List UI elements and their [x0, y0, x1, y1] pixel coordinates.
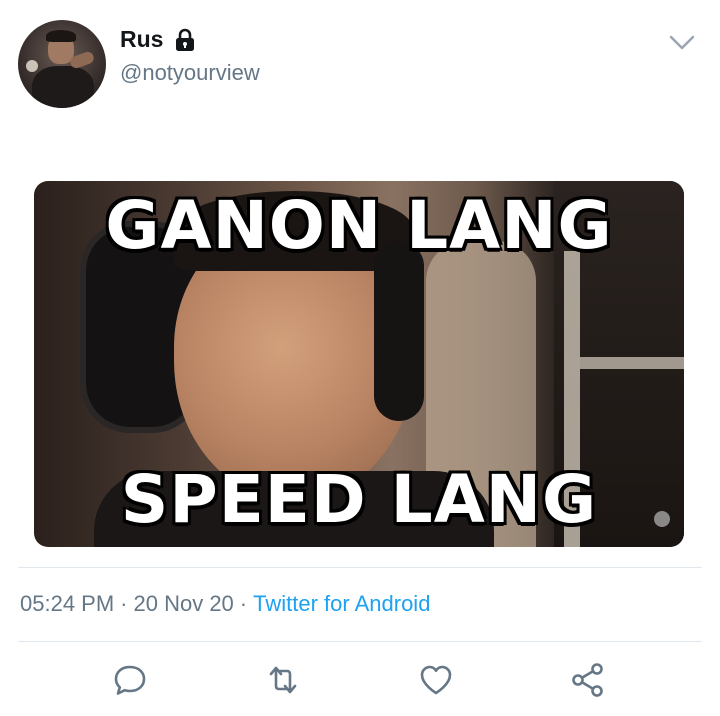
meta-separator: · — [120, 591, 128, 616]
chevron-down-icon[interactable] — [668, 30, 696, 54]
avatar-hair — [46, 30, 76, 42]
tweet-time[interactable]: 05:24 PM — [20, 591, 114, 616]
divider-top — [18, 567, 702, 568]
lock-icon — [173, 28, 197, 52]
tweet-media[interactable]: GANON LANG SPEED LANG — [34, 181, 684, 547]
avatar-body — [32, 66, 94, 108]
like-icon[interactable] — [416, 660, 456, 700]
tweet-date[interactable]: 20 Nov 20 — [134, 591, 234, 616]
tweet-client-link[interactable]: Twitter for Android — [253, 591, 430, 616]
reply-icon[interactable] — [110, 660, 150, 700]
avatar-light — [26, 60, 38, 72]
display-name-text: Rus — [120, 26, 164, 52]
display-name[interactable]: Rus — [120, 26, 197, 53]
tweet-meta: 05:24 PM · 20 Nov 20 · Twitter for Android — [20, 591, 430, 617]
media-rail-horizontal — [580, 357, 684, 369]
avatar[interactable] — [18, 20, 106, 108]
meme-bottom-caption: SPEED LANG — [120, 461, 598, 538]
share-icon[interactable] — [568, 660, 608, 700]
media-headphone-right — [374, 241, 424, 421]
tweet: Rus @notyourview GANON LANG SPEED LANG 0… — [0, 0, 720, 716]
meme-top-caption: GANON LANG — [105, 187, 613, 264]
divider-bottom — [18, 641, 702, 642]
action-bar — [0, 660, 720, 708]
username[interactable]: @notyourview — [120, 60, 260, 86]
retweet-icon[interactable] — [263, 660, 303, 700]
meta-separator: · — [239, 591, 248, 616]
watermark-logo — [654, 511, 670, 527]
